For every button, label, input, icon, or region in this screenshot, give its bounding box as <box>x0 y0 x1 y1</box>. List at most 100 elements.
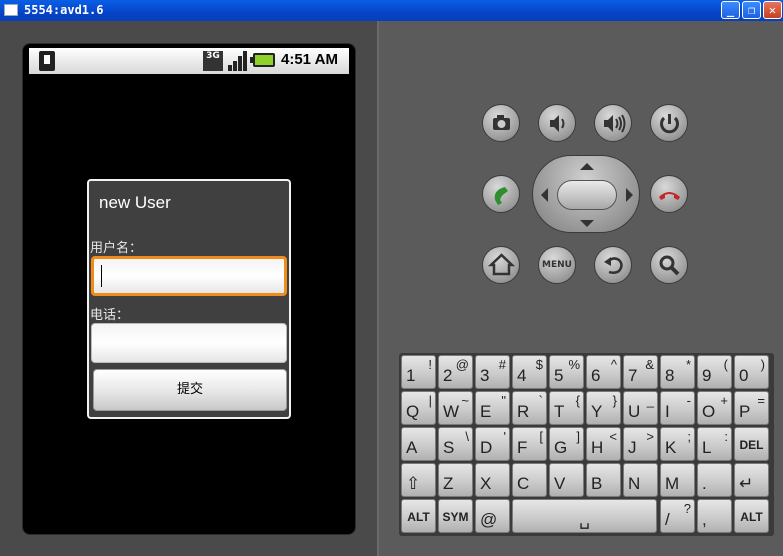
key-0-2[interactable]: 3 # <box>475 355 510 389</box>
menu-button[interactable]: MENU <box>538 246 576 284</box>
key-alt-label: } <box>612 393 617 408</box>
emulator-window: 5554:avd1.6 _ ❐ ✕ 3G 4:51 AM new User 用户… <box>0 0 783 556</box>
minimize-button[interactable]: _ <box>721 1 740 19</box>
key-0-1[interactable]: 2 @ <box>438 355 473 389</box>
key-2-6[interactable]: J > <box>623 427 658 461</box>
key-label: M <box>665 474 680 493</box>
key-label: DEL <box>739 438 764 452</box>
key-1-1[interactable]: W ~ <box>438 391 473 425</box>
key-alt-label: ^ <box>610 357 617 372</box>
back-button[interactable] <box>594 246 632 284</box>
key-3-7[interactable]: M <box>660 463 695 497</box>
key-0-9[interactable]: 0) <box>734 355 769 389</box>
alt-right-key[interactable]: ALT <box>734 499 769 533</box>
key-label: O <box>702 402 716 421</box>
username-input[interactable] <box>91 256 287 296</box>
camera-icon <box>493 115 510 130</box>
key-3-5[interactable]: B <box>586 463 621 497</box>
key-alt-label: & <box>645 357 654 372</box>
key-2-2[interactable]: D ' <box>475 427 510 461</box>
key-alt-label: - <box>686 393 691 408</box>
end-call-button[interactable] <box>650 175 688 213</box>
key-3-4[interactable]: V <box>549 463 584 497</box>
key-label: 8 <box>665 366 675 385</box>
key-label: K <box>665 438 677 457</box>
key-label: V <box>554 474 566 493</box>
dpad-arrows-icon <box>541 163 633 227</box>
space-key[interactable]: ␣ <box>512 499 657 533</box>
key-0-8[interactable]: 9( <box>697 355 732 389</box>
key-label: I <box>665 402 670 421</box>
key-alt-label: @ <box>455 357 469 372</box>
key-1-4[interactable]: T{ <box>549 391 584 425</box>
key-alt-label: # <box>498 357 506 372</box>
key-alt-label: < <box>609 429 617 444</box>
new-user-dialog: new User 用户名： 电话： 提交 <box>87 179 291 419</box>
key-label: E <box>480 402 492 421</box>
key-1-8[interactable]: O + <box>697 391 732 425</box>
close-button[interactable]: ✕ <box>763 1 782 19</box>
key-0-3[interactable]: 4 $ <box>512 355 547 389</box>
volume-down-button[interactable] <box>538 104 576 142</box>
key-label: X <box>480 474 492 493</box>
key-3-0[interactable]: ⇧ <box>401 463 436 497</box>
sym-key[interactable]: SYM <box>438 499 473 533</box>
key-0-6[interactable]: 7 & <box>623 355 658 389</box>
key-1-2[interactable]: E " <box>475 391 510 425</box>
key-alt-label: ! <box>428 357 432 372</box>
key-2-1[interactable]: S \ <box>438 427 473 461</box>
volume-up-button[interactable] <box>594 104 632 142</box>
key-3-1[interactable]: Z <box>438 463 473 497</box>
key-label: A <box>406 438 418 457</box>
comma-key[interactable]: , <box>697 499 732 533</box>
camera-button[interactable] <box>482 104 520 142</box>
key-0-5[interactable]: 6 ^ <box>586 355 621 389</box>
submit-button[interactable]: 提交 <box>93 369 287 411</box>
key-label: 9 <box>702 366 712 385</box>
key-label: 6 <box>591 366 601 385</box>
key-1-9[interactable]: P = <box>734 391 769 425</box>
key-1-3[interactable]: R ` <box>512 391 547 425</box>
search-button[interactable] <box>650 246 688 284</box>
key-label: 3 <box>480 366 490 385</box>
key-alt-label: ' <box>503 429 506 444</box>
alt-key[interactable]: ALT <box>401 499 436 533</box>
restore-button[interactable]: ❐ <box>742 1 761 19</box>
key-1-6[interactable]: U _ <box>623 391 658 425</box>
key-2-8[interactable]: L: <box>697 427 732 461</box>
call-button[interactable] <box>482 175 520 213</box>
at-key[interactable]: @ <box>475 499 510 533</box>
key-3-3[interactable]: C <box>512 463 547 497</box>
dpad[interactable] <box>532 155 640 233</box>
key-0-4[interactable]: 5% <box>549 355 584 389</box>
slash-key[interactable]: /? <box>660 499 695 533</box>
key-2-3[interactable]: F[ <box>512 427 547 461</box>
key-alt-label: : <box>724 429 728 444</box>
key-2-9[interactable]: DEL <box>734 427 769 461</box>
key-label: ␣ <box>579 510 590 529</box>
key-label: N <box>628 474 641 493</box>
key-2-4[interactable]: G] <box>549 427 584 461</box>
key-2-5[interactable]: H < <box>586 427 621 461</box>
key-label: L <box>702 438 712 457</box>
key-3-8[interactable]: . <box>697 463 732 497</box>
phone-input[interactable] <box>91 323 287 363</box>
home-button[interactable] <box>482 246 520 284</box>
key-3-9[interactable]: ↵ <box>734 463 769 497</box>
key-1-0[interactable]: Q | <box>401 391 436 425</box>
key-3-2[interactable]: X <box>475 463 510 497</box>
key-label: R <box>517 402 530 421</box>
key-2-7[interactable]: K; <box>660 427 695 461</box>
key-label: , <box>702 510 707 529</box>
key-0-0[interactable]: 1! <box>401 355 436 389</box>
key-1-7[interactable]: I- <box>660 391 695 425</box>
key-1-5[interactable]: Y} <box>586 391 621 425</box>
key-0-7[interactable]: 8 * <box>660 355 695 389</box>
key-alt-label: % <box>568 357 580 372</box>
power-button[interactable] <box>650 104 688 142</box>
key-2-0[interactable]: A <box>401 427 436 461</box>
key-alt-label: \ <box>465 429 469 444</box>
back-icon <box>604 257 623 275</box>
key-label: 0 <box>739 366 749 385</box>
key-3-6[interactable]: N <box>623 463 658 497</box>
